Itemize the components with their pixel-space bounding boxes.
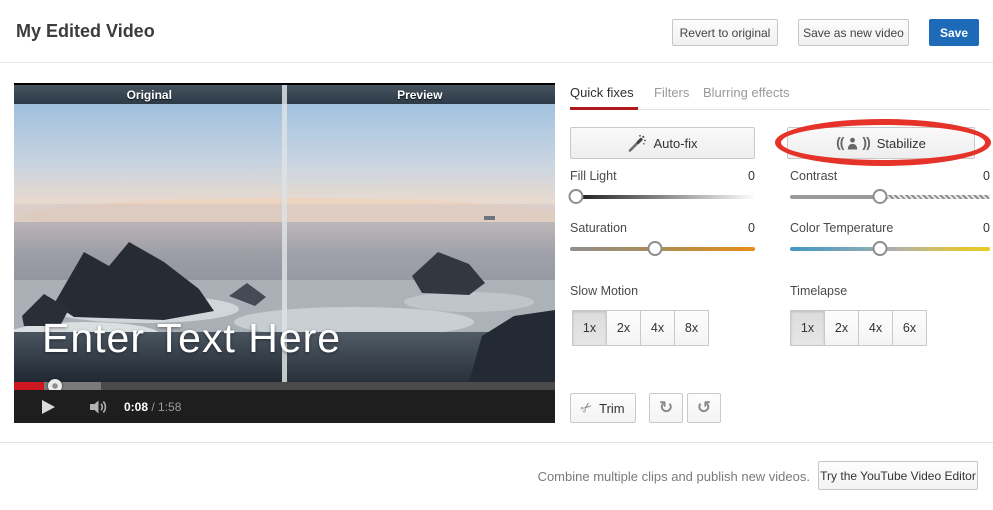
slow-motion-label: Slow Motion: [570, 284, 639, 298]
saturation-value: 0: [748, 221, 755, 235]
color-temperature-value: 0: [983, 221, 990, 235]
time-total: / 1:58: [151, 399, 182, 414]
preview-label: Preview: [397, 87, 443, 102]
stabilize-button[interactable]: (( )) Stabilize: [787, 127, 975, 159]
active-tab-underline: [570, 107, 638, 110]
volume-icon[interactable]: [89, 399, 110, 415]
color-temperature-label: Color Temperature: [790, 221, 894, 235]
tab-bar: Quick fixes Filters Blurring effects: [570, 83, 990, 110]
original-label: Original: [126, 87, 172, 102]
redo-button[interactable]: ↻: [649, 393, 683, 423]
contrast-value: 0: [983, 169, 990, 183]
saturation-handle[interactable]: [647, 241, 663, 256]
editor-promo-text: Combine multiple clips and publish new v…: [537, 469, 810, 484]
shake-paren-right: )): [862, 134, 870, 150]
slow-motion-1x-button[interactable]: 1x: [572, 310, 607, 346]
timelapse-6x-button[interactable]: 6x: [892, 310, 927, 346]
preview-half: Preview: [285, 85, 556, 104]
contrast-track[interactable]: [790, 189, 990, 204]
color-temperature-track[interactable]: [790, 241, 990, 256]
magic-wand-icon: [629, 134, 647, 152]
tab-filters[interactable]: Filters: [654, 85, 689, 100]
slow-motion-group: 1x 2x 4x 8x: [572, 310, 709, 346]
scissors-icon: ✂: [577, 398, 597, 418]
timelapse-label: Timelapse: [790, 284, 848, 298]
timelapse-2x-button[interactable]: 2x: [824, 310, 859, 346]
save-as-new-video-button[interactable]: Save as new video: [798, 19, 909, 46]
slow-motion-4x-button[interactable]: 4x: [640, 310, 675, 346]
try-video-editor-button[interactable]: Try the YouTube Video Editor: [818, 461, 978, 490]
color-temperature-slider: Color Temperature 0: [790, 221, 990, 256]
auto-fix-button[interactable]: Auto-fix: [570, 127, 755, 159]
undo-icon: ↺: [696, 398, 712, 418]
timelapse-group: 1x 2x 4x 6x: [790, 310, 927, 346]
video-editor-page: My Edited Video Revert to original Save …: [0, 0, 993, 510]
progress-played: [14, 382, 44, 390]
fill-light-slider: Fill Light 0: [568, 169, 755, 204]
header-divider: [0, 62, 993, 63]
play-icon[interactable]: [42, 399, 55, 414]
undo-button[interactable]: ↺: [687, 393, 721, 423]
revert-to-original-button[interactable]: Revert to original: [672, 19, 778, 46]
slow-motion-2x-button[interactable]: 2x: [606, 310, 641, 346]
stabilize-label: Stabilize: [876, 135, 926, 151]
redo-icon: ↻: [658, 398, 674, 418]
progress-bar[interactable]: [14, 379, 555, 393]
saturation-track[interactable]: [570, 241, 755, 256]
trim-label: Trim: [599, 400, 625, 416]
page-title: My Edited Video: [16, 21, 155, 41]
stabilize-person-icon: [848, 137, 858, 149]
enhancements-panel: Quick fixes Filters Blurring effects Aut…: [568, 83, 992, 428]
fill-light-value: 0: [748, 169, 755, 183]
video-text-overlay: Enter Text Here: [42, 315, 342, 361]
slow-motion-8x-button[interactable]: 8x: [674, 310, 709, 346]
contrast-label: Contrast: [790, 169, 838, 183]
player-controls: 0:08 / 1:58: [14, 390, 555, 423]
fill-light-track[interactable]: [568, 189, 755, 204]
shake-paren-left: ((: [836, 134, 844, 150]
video-player[interactable]: Original Preview Enter Text Here 0:08 / …: [9, 83, 564, 423]
auto-fix-label: Auto-fix: [653, 135, 698, 151]
contrast-slider: Contrast 0: [790, 169, 990, 204]
trim-button[interactable]: ✂ Trim: [570, 393, 636, 423]
save-button[interactable]: Save: [929, 19, 979, 46]
tab-blurring-effects[interactable]: Blurring effects: [703, 85, 789, 100]
saturation-label: Saturation: [570, 221, 627, 235]
contrast-handle[interactable]: [872, 189, 888, 204]
original-half: Original: [14, 85, 285, 104]
tab-quick-fixes[interactable]: Quick fixes: [570, 85, 634, 100]
time-display: 0:08 / 1:58: [124, 400, 181, 414]
color-temperature-handle[interactable]: [872, 241, 888, 256]
saturation-slider: Saturation 0: [570, 221, 755, 256]
fill-light-label: Fill Light: [570, 169, 617, 183]
timelapse-1x-button[interactable]: 1x: [790, 310, 825, 346]
fill-light-handle[interactable]: [568, 189, 584, 204]
time-current: 0:08: [124, 399, 149, 414]
timelapse-4x-button[interactable]: 4x: [858, 310, 893, 346]
footer-divider: [0, 442, 993, 443]
